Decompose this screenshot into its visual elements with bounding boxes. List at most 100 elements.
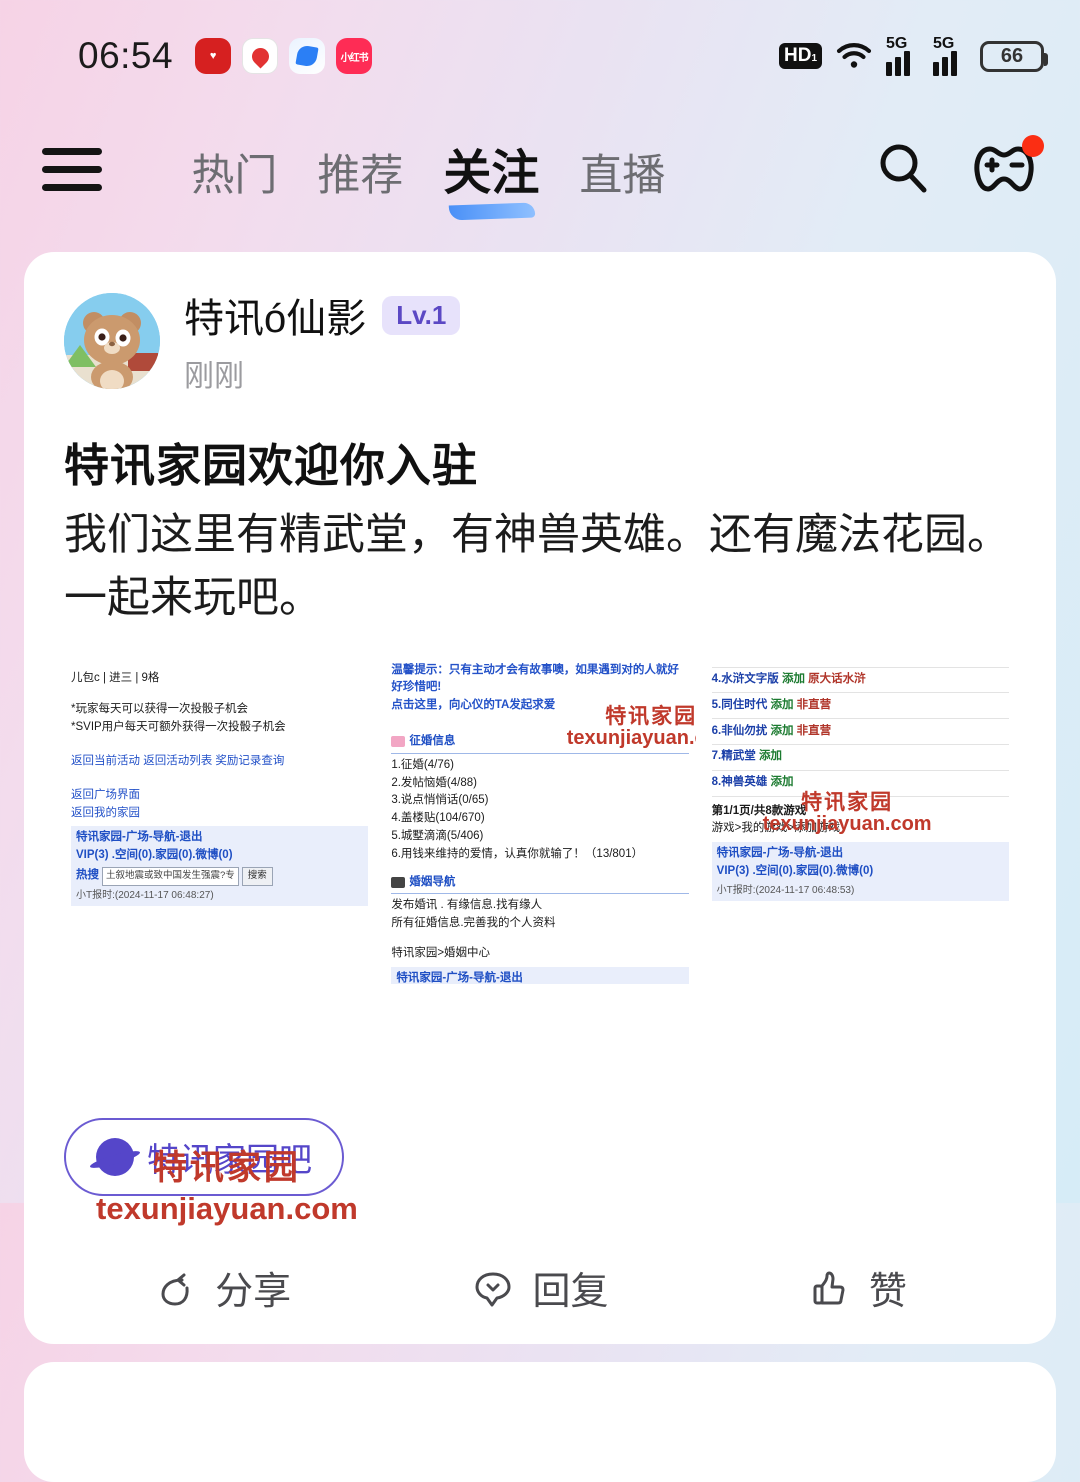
browser-app-icon xyxy=(289,38,326,74)
battery-indicator: 66 xyxy=(980,40,1048,72)
left-shot-search-label: 热搜 xyxy=(76,869,99,882)
tab-hot-label: 热门 xyxy=(191,151,278,200)
right-shot-game-row[interactable]: 8.神兽英雄 添加 xyxy=(711,771,1009,797)
tab-following[interactable]: 关注 xyxy=(443,133,540,220)
share-button[interactable]: 分享 xyxy=(64,1232,381,1344)
left-shot-timestamp: 小T报时:(2024-11-17 06:48:27) xyxy=(76,889,214,901)
left-shot-search-row: 热搜 土叙地震或致中国发生强震?专 搜索 xyxy=(76,867,363,886)
tab-live-label: 直播 xyxy=(579,151,666,200)
game-index: 6. xyxy=(711,724,722,737)
game-add-link[interactable]: 添加 xyxy=(759,750,782,762)
left-shot-search-button[interactable]: 搜索 xyxy=(241,867,273,886)
middle-shot-section-1-label: 征婚信息 xyxy=(409,734,456,747)
search-icon[interactable] xyxy=(874,138,932,201)
heart-app-icon: ♥ xyxy=(195,38,232,74)
watermark-overlay-cn: 特讯家园 xyxy=(152,1149,301,1187)
share-icon xyxy=(161,1273,189,1306)
post-image-left[interactable]: 儿包c | 进三 | 9格 *玩家每天可以获得一次投骰子机会 *SVIP用户每天… xyxy=(64,653,376,984)
reply-button[interactable]: 回复 xyxy=(381,1232,698,1344)
middle-shot-item-4[interactable]: 4.盖楼贴(104/670) xyxy=(391,810,688,828)
author-name[interactable]: 特讯ó仙影 xyxy=(184,286,366,344)
game-tag: 非直营 xyxy=(796,724,832,737)
right-shot-game-row[interactable]: 7.精武堂 添加 xyxy=(711,745,1009,771)
middle-shot-nav-1[interactable]: 发布婚讯 . 有缘信息.找有缘人 xyxy=(391,897,688,915)
game-add-link[interactable]: 添加 xyxy=(770,725,793,737)
watermark-overlay-en: texunjiayuan.com xyxy=(96,1191,358,1226)
reply-label: 回复 xyxy=(532,1271,609,1314)
right-shot-game-row[interactable]: 5.同住时代 添加 非直营 xyxy=(711,693,1009,720)
status-bar: 06:54 ♥ 小红书 HD 1 5G 5G 66 xyxy=(0,0,1080,112)
middle-shot-item-5[interactable]: 5.城墅滴滴(5/406) xyxy=(391,828,688,846)
middle-shot-item-6[interactable]: 6.用钱来维持的爱情，认真你就输了！（13/801） xyxy=(391,846,688,864)
hd-voice-icon: HD 1 xyxy=(778,43,822,69)
tab-following-label: 关注 xyxy=(443,146,540,200)
right-shot-page-info: 第1/1页/共8款游戏 xyxy=(711,804,807,817)
nav-section-icon xyxy=(391,877,406,889)
hamburger-icon[interactable] xyxy=(42,148,102,191)
left-shot-line-2: *SVIP用户每天可额外获得一次投骰子机会 xyxy=(71,721,286,734)
tab-recommend[interactable]: 推荐 xyxy=(317,141,403,207)
like-button[interactable]: 赞 xyxy=(699,1232,1016,1344)
left-shot-search-input[interactable]: 土叙地震或致中国发生强震?专 xyxy=(102,867,239,886)
post-image-collage: 儿包c | 进三 | 9格 *玩家每天可以获得一次投骰子机会 *SVIP用户每天… xyxy=(64,653,1016,984)
signal-icon-sim2: 5G xyxy=(933,34,966,76)
game-index: 7. xyxy=(711,750,722,763)
tab-live[interactable]: 直播 xyxy=(579,141,665,207)
author-meta: 特讯ó仙影 Lv.1 刚刚 xyxy=(184,286,461,395)
middle-shot-item-3[interactable]: 3.说点悄悄话(0/65) xyxy=(391,792,688,810)
game-name: 非仙勿扰 xyxy=(721,724,768,737)
comment-icon xyxy=(475,1272,511,1307)
signal-label-sim2: 5G xyxy=(933,34,955,52)
right-shot-breadcrumb: 游戏>我的游戏>添加游戏 xyxy=(711,822,841,835)
game-add-link[interactable]: 添加 xyxy=(782,673,805,685)
avatar[interactable] xyxy=(64,292,160,389)
right-shot-footer-vip[interactable]: VIP(3) .空间(0).家园(0).微博(0) xyxy=(717,863,1004,881)
status-bar-clock: 06:54 xyxy=(78,35,174,76)
right-shot-footer-nav[interactable]: 特讯家园-广场-导航-退出 xyxy=(717,845,1004,863)
post-image-middle[interactable]: 温馨提示：只有主动才会有故事噢，如果遇到对的人就好好珍惜吧! 点击这里，向心仪的… xyxy=(384,653,696,984)
post-timestamp: 刚刚 xyxy=(184,360,244,393)
left-shot-nav-links[interactable]: 返回当前活动 返回活动列表 奖励记录查询 xyxy=(71,753,368,771)
level-badge: Lv.1 xyxy=(382,295,461,335)
middle-shot-item-1[interactable]: 1.征婚(4/76) xyxy=(391,757,688,775)
heart-section-icon xyxy=(391,736,406,748)
left-shot-line-1: *玩家每天可以获得一次投骰子机会 xyxy=(71,703,248,716)
left-shot-link-2[interactable]: 返回我的家园 xyxy=(71,805,368,823)
middle-shot-section-1-title: 征婚信息 xyxy=(391,733,689,754)
game-name: 水浒文字版 xyxy=(721,673,779,686)
tab-hot[interactable]: 热门 xyxy=(191,141,277,207)
post-body: 我们这里有精武堂，有神兽英雄。还有魔法花园。一起来玩吧。 xyxy=(64,511,1010,622)
right-shot-game-row[interactable]: 6.非仙勿扰 添加 非直营 xyxy=(711,719,1009,745)
middle-shot-section-2-title: 婚姻导航 xyxy=(391,874,689,895)
battery-level: 66 xyxy=(1000,44,1024,67)
middle-shot-item-2[interactable]: 2.发帖恼婚(4/88) xyxy=(391,775,688,793)
gamepad-icon[interactable] xyxy=(970,135,1044,200)
left-shot-link-1[interactable]: 返回广场界面 xyxy=(71,787,368,805)
game-index: 4. xyxy=(711,673,722,686)
middle-shot-nav-2[interactable]: 所有征婚信息.完善我的个人资料 xyxy=(391,915,688,933)
left-shot-footer-vip[interactable]: VIP(3) .空间(0).家园(0).微博(0) xyxy=(76,847,363,865)
tab-bar: 热门 推荐 关注 直播 xyxy=(191,133,665,220)
tab-active-underline xyxy=(449,202,536,220)
game-add-link[interactable]: 添加 xyxy=(770,699,793,711)
xiaohongshu-icon: 小红书 xyxy=(336,38,373,74)
share-label: 分享 xyxy=(215,1271,292,1314)
game-name: 精武堂 xyxy=(721,750,756,763)
game-add-link[interactable]: 添加 xyxy=(770,776,793,788)
right-shot-game-row[interactable]: 4.水浒文字版 添加 原大话水浒 xyxy=(711,668,1009,694)
tab-recommend-label: 推荐 xyxy=(317,151,404,200)
game-tag: 非直营 xyxy=(796,698,832,711)
middle-shot-tip-2[interactable]: 点击这里，向心仪的TA发起求爱 xyxy=(391,697,688,715)
thumbs-up-icon xyxy=(813,1271,845,1305)
game-tag: 原大话水浒 xyxy=(808,673,866,686)
post-author-row: 特讯ó仙影 Lv.1 刚刚 xyxy=(64,286,1016,395)
middle-shot-breadcrumb: 特讯家园>婚姻中心 xyxy=(391,947,491,960)
post-card: 特讯ó仙影 Lv.1 刚刚 特讯家园欢迎你入驻 我们这里有精武堂，有神兽英雄。还… xyxy=(24,252,1056,1344)
middle-shot-footer-nav[interactable]: 特讯家园-广场-导航-退出 xyxy=(396,970,683,984)
left-shot-header: 儿包c | 进三 | 9格 xyxy=(71,671,160,684)
post-image-right[interactable]: 4.水浒文字版 添加 原大话水浒 5.同住时代 添加 非直营 6.非仙勿扰 添加… xyxy=(704,653,1016,984)
wifi-icon xyxy=(836,41,872,71)
next-post-card[interactable] xyxy=(24,1361,1056,1482)
left-shot-footer-nav[interactable]: 特讯家园-广场-导航-退出 xyxy=(76,829,363,847)
post-action-bar: 分享 回复 赞 xyxy=(64,1232,1016,1344)
